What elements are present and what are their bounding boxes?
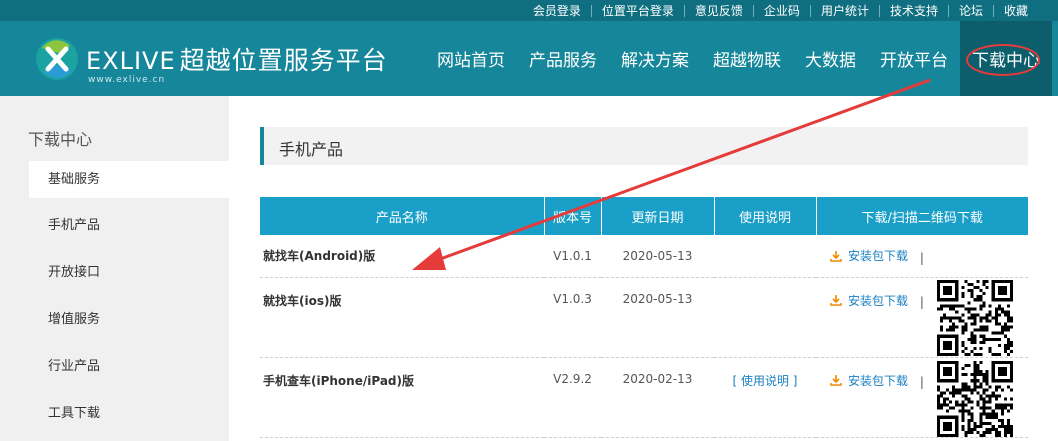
sidebar-item-industry-products[interactable]: 行业产品 <box>29 348 229 385</box>
product-name: 就找车(Android)版 <box>260 235 544 278</box>
section-header: 手机产品 <box>260 127 1028 165</box>
doc-link <box>714 277 816 358</box>
table-header-row: 产品名称 版本号 更新日期 使用说明 下载/扫描二维码下载 <box>260 197 1028 235</box>
sidebar-title: 下载中心 <box>28 130 93 149</box>
col-download: 下载/扫描二维码下载 <box>816 197 1028 235</box>
main-content: 手机产品 产品名称 版本号 更新日期 使用说明 下载/扫描二维码下载 就找车(A… <box>229 96 1058 441</box>
top-link-feedback[interactable]: 意见反馈 <box>683 4 753 17</box>
download-label: 安装包下载 <box>848 249 909 263</box>
brand-url: www.exlive.cn <box>88 75 166 85</box>
sidebar-item-basic-services[interactable]: 基础服务 <box>29 161 229 198</box>
annotation-circle <box>966 44 1040 76</box>
top-link-forum[interactable]: 论坛 <box>947 4 993 17</box>
main-nav: 网站首页 产品服务 解决方案 超越物联 大数据 开放平台 下载中心 <box>425 21 1052 96</box>
separator: | <box>919 295 924 309</box>
table-row: 就找车(Android)版 V1.0.1 2020-05-13 安装包下载 | <box>260 235 1028 278</box>
sidebar-item-open-api[interactable]: 开放接口 <box>29 254 229 291</box>
download-link[interactable]: 安装包下载 <box>830 292 908 309</box>
version: V1.0.1 <box>544 235 601 278</box>
top-link-member-login[interactable]: 会员登录 <box>523 5 591 17</box>
sidebar: 下载中心 基础服务 手机产品 开放接口 增值服务 行业产品 工具下载 <box>0 96 229 441</box>
col-product-name: 产品名称 <box>260 197 545 235</box>
download-table: 产品名称 版本号 更新日期 使用说明 下载/扫描二维码下载 就找车(Androi… <box>260 197 1028 438</box>
top-link-favorite[interactable]: 收藏 <box>992 4 1038 17</box>
update-date: 2020-05-13 <box>601 277 714 358</box>
doc-link <box>714 235 816 278</box>
top-link-enterprise-code[interactable]: 企业码 <box>752 4 810 17</box>
sidebar-item-mobile-products[interactable]: 手机产品 <box>29 207 229 244</box>
download-link[interactable]: 安装包下载 <box>830 372 908 389</box>
brand-name-en: EXLIVE <box>86 47 176 75</box>
doc-link[interactable]: [ 使用说明 ] <box>733 374 798 388</box>
download-label: 安装包下载 <box>848 373 909 388</box>
separator: | <box>919 250 924 265</box>
qr-code-icon[interactable] <box>937 280 1013 356</box>
product-name: 就找车(ios)版 <box>260 277 544 358</box>
version: V1.0.3 <box>544 277 601 358</box>
nav-download-center[interactable]: 下载中心 <box>960 21 1052 96</box>
sidebar-item-value-added[interactable]: 增值服务 <box>29 301 229 338</box>
separator: | <box>919 375 924 389</box>
nav-iot[interactable]: 超越物联 <box>701 21 793 96</box>
download-cell: 安装包下载 | <box>816 235 1028 278</box>
update-date: 2020-05-13 <box>601 235 714 278</box>
download-icon <box>830 250 842 262</box>
nav-products[interactable]: 产品服务 <box>517 21 609 96</box>
brand-name-cn: 超越位置服务平台 <box>179 46 388 75</box>
nav-home[interactable]: 网站首页 <box>425 21 517 96</box>
nav-open-platform[interactable]: 开放平台 <box>868 21 960 96</box>
nav-bigdata[interactable]: 大数据 <box>793 21 868 96</box>
table-row: 就找车(ios)版 V1.0.3 2020-05-13 安装包下载 | <box>260 277 1028 358</box>
top-link-user-stats[interactable]: 用户统计 <box>809 4 879 17</box>
top-link-tech-support[interactable]: 技术支持 <box>878 4 948 17</box>
top-link-platform-login[interactable]: 位置平台登录 <box>590 4 684 17</box>
product-name: 手机查车(iPhone/iPad)版 <box>260 357 544 438</box>
brand-title: EXLIVE 超越位置服务平台 <box>86 41 388 77</box>
table-row: 手机查车(iPhone/iPad)版 V2.9.2 2020-02-13 [ 使… <box>260 357 1028 438</box>
logo-icon[interactable] <box>36 38 78 80</box>
section-title: 手机产品 <box>279 140 344 159</box>
qr-code-icon[interactable] <box>937 361 1013 437</box>
sidebar-item-tools[interactable]: 工具下载 <box>29 395 229 432</box>
update-date: 2020-02-13 <box>601 357 714 438</box>
download-icon <box>830 295 842 306</box>
col-doc: 使用说明 <box>714 197 817 235</box>
col-date: 更新日期 <box>601 197 715 235</box>
top-bar: 会员登录 位置平台登录 意见反馈 企业码 用户统计 技术支持 论坛 收藏 <box>0 0 1058 21</box>
download-icon <box>830 375 842 386</box>
col-version: 版本号 <box>544 197 602 235</box>
version: V2.9.2 <box>544 357 601 438</box>
nav-solutions[interactable]: 解决方案 <box>609 21 701 96</box>
download-link[interactable]: 安装包下载 <box>830 247 908 264</box>
download-label: 安装包下载 <box>848 293 909 308</box>
top-links: 会员登录 位置平台登录 意见反馈 企业码 用户统计 技术支持 论坛 收藏 <box>523 0 1038 21</box>
